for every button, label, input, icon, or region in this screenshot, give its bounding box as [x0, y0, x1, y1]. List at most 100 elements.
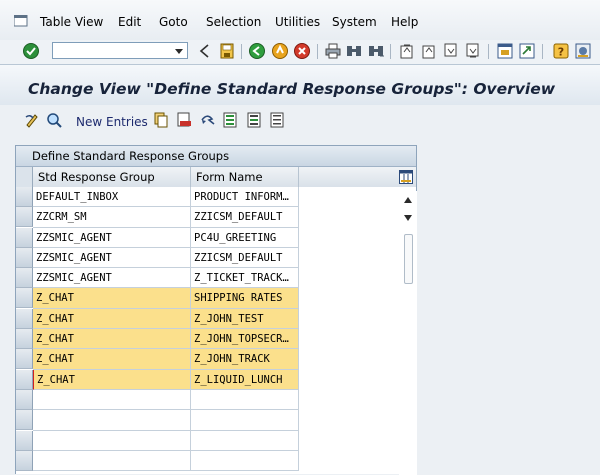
cell-form-name[interactable]: Z_TICKET_TRACK… — [191, 268, 299, 289]
table-row[interactable]: Z_CHAT Z_LIQUID_LUNCH — [16, 369, 299, 390]
cell-form-name[interactable]: PRODUCT INFORM… — [191, 187, 299, 208]
cell-form-name[interactable]: SHIPPING RATES — [191, 288, 299, 309]
row-selector[interactable] — [16, 430, 33, 451]
customize-layout-icon[interactable] — [574, 42, 592, 60]
menu-table-view[interactable]: Table View — [40, 15, 103, 29]
cell-std-response-group[interactable]: Z_CHAT — [33, 288, 191, 309]
table-row[interactable] — [16, 410, 299, 431]
menu-goto[interactable]: Goto — [159, 15, 188, 29]
enter-icon[interactable] — [22, 42, 40, 60]
cell-form-name[interactable]: Z_LIQUID_LUNCH — [191, 369, 299, 390]
row-selector[interactable] — [16, 288, 33, 309]
table-settings-icon[interactable] — [399, 170, 413, 184]
deselect-all-icon[interactable] — [269, 112, 285, 128]
table-row[interactable]: Z_CHAT Z_JOHN_TRACK — [16, 349, 299, 370]
column-header-std-response-group[interactable]: Std Response Group — [33, 167, 191, 187]
find-next-icon[interactable] — [367, 42, 385, 60]
last-page-icon[interactable] — [464, 42, 482, 60]
cell-std-response-group[interactable]: ZZSMIC_AGENT — [33, 247, 191, 269]
column-header-form-name[interactable]: Form Name — [191, 167, 299, 187]
help-icon[interactable]: ? — [552, 42, 570, 60]
cell-std-response-group[interactable]: DEFAULT_INBOX — [33, 187, 191, 208]
delete-icon[interactable] — [176, 112, 192, 128]
save-icon[interactable] — [218, 42, 236, 60]
select-block-icon[interactable] — [246, 112, 262, 128]
print-icon[interactable] — [324, 42, 342, 60]
row-selector[interactable] — [16, 450, 33, 471]
back-icon[interactable] — [196, 42, 214, 60]
cell-form-name[interactable]: Z_JOHN_TOPSECR… — [191, 329, 299, 350]
command-field[interactable] — [52, 42, 188, 59]
create-session-icon[interactable] — [496, 42, 514, 60]
copy-as-icon[interactable] — [153, 112, 169, 128]
cell-form-name[interactable]: ZZICSM_DEFAULT — [191, 247, 299, 269]
cell-form-name[interactable]: Z_JOHN_TEST — [191, 308, 299, 330]
table-row[interactable]: ZZSMIC_AGENT Z_TICKET_TRACK… — [16, 268, 299, 289]
table-row[interactable]: ZZCRM_SM ZZICSM_DEFAULT — [16, 207, 299, 228]
row-selector[interactable] — [16, 268, 33, 289]
row-selector[interactable] — [16, 389, 33, 410]
cell-form-name[interactable]: PC4U_GREETING — [191, 227, 299, 248]
find-icon[interactable] — [345, 42, 363, 60]
cell-std-response-group[interactable]: ZZCRM_SM — [33, 207, 191, 228]
menu-edit[interactable]: Edit — [118, 15, 141, 29]
new-entries-button[interactable]: New Entries — [76, 115, 148, 129]
scroll-up-icon[interactable] — [403, 196, 413, 204]
cancel-icon[interactable] — [293, 42, 311, 60]
select-all-rows-button[interactable] — [16, 167, 33, 187]
chevron-down-icon[interactable] — [173, 44, 185, 57]
next-page-icon[interactable] — [442, 42, 460, 60]
table-row[interactable]: Z_CHAT Z_JOHN_TOPSECR… — [16, 329, 299, 350]
sap-menu-icon[interactable] — [14, 15, 28, 27]
back-nav-icon[interactable] — [248, 42, 266, 60]
vertical-scrollbar[interactable] — [399, 191, 417, 475]
table-row[interactable]: Z_CHAT SHIPPING RATES — [16, 288, 299, 309]
shortcut-icon[interactable] — [518, 42, 536, 60]
command-input[interactable] — [53, 43, 175, 59]
menu-utilities[interactable]: Utilities — [275, 15, 320, 29]
menu-selection[interactable]: Selection — [206, 15, 261, 29]
table-row[interactable]: ZZSMIC_AGENT ZZICSM_DEFAULT — [16, 247, 299, 269]
row-selector[interactable] — [16, 329, 33, 350]
table-row[interactable] — [16, 389, 299, 411]
cell-form-name[interactable]: ZZICSM_DEFAULT — [191, 207, 299, 228]
first-page-icon[interactable] — [398, 42, 416, 60]
cell-std-response-group[interactable] — [33, 430, 191, 451]
cell-std-response-group[interactable] — [33, 389, 191, 411]
table-row[interactable]: Z_CHAT Z_JOHN_TEST — [16, 308, 299, 330]
row-selector[interactable] — [16, 187, 33, 207]
cell-form-name[interactable] — [191, 410, 299, 431]
row-selector[interactable] — [16, 207, 33, 228]
prev-page-icon[interactable] — [420, 42, 438, 60]
menu-system[interactable]: System — [332, 15, 377, 29]
menu-help[interactable]: Help — [391, 15, 418, 29]
select-all-icon[interactable] — [222, 112, 238, 128]
table-row[interactable]: DEFAULT_INBOX PRODUCT INFORM… — [16, 187, 299, 208]
cell-form-name[interactable] — [191, 389, 299, 411]
row-selector[interactable] — [16, 308, 33, 329]
table-row[interactable] — [16, 450, 299, 472]
cell-std-response-group[interactable] — [33, 450, 191, 472]
row-selector[interactable] — [16, 349, 33, 370]
cell-std-response-group[interactable]: Z_CHAT — [33, 308, 191, 330]
cell-std-response-group[interactable] — [33, 410, 191, 431]
row-selector[interactable] — [16, 369, 33, 390]
cell-std-response-group[interactable]: ZZSMIC_AGENT — [33, 227, 191, 248]
cell-form-name[interactable]: Z_JOHN_TRACK — [191, 349, 299, 370]
row-selector[interactable] — [16, 410, 33, 431]
details-icon[interactable] — [46, 112, 62, 128]
cell-std-response-group[interactable]: Z_CHAT — [33, 329, 191, 350]
cell-form-name[interactable] — [191, 450, 299, 472]
table-row[interactable] — [16, 430, 299, 451]
cell-std-response-group[interactable]: Z_CHAT — [33, 349, 191, 370]
scroll-down-icon[interactable] — [403, 214, 413, 222]
cell-form-name[interactable] — [191, 430, 299, 451]
table-row[interactable]: ZZSMIC_AGENT PC4U_GREETING — [16, 227, 299, 248]
cell-std-response-group[interactable]: Z_CHAT — [33, 369, 191, 390]
row-selector[interactable] — [16, 247, 33, 268]
change-display-icon[interactable] — [24, 112, 40, 128]
cell-std-response-group[interactable]: ZZSMIC_AGENT — [33, 268, 191, 289]
row-selector[interactable] — [16, 227, 33, 248]
exit-icon[interactable] — [271, 42, 289, 60]
scrollbar-thumb[interactable] — [404, 234, 413, 284]
